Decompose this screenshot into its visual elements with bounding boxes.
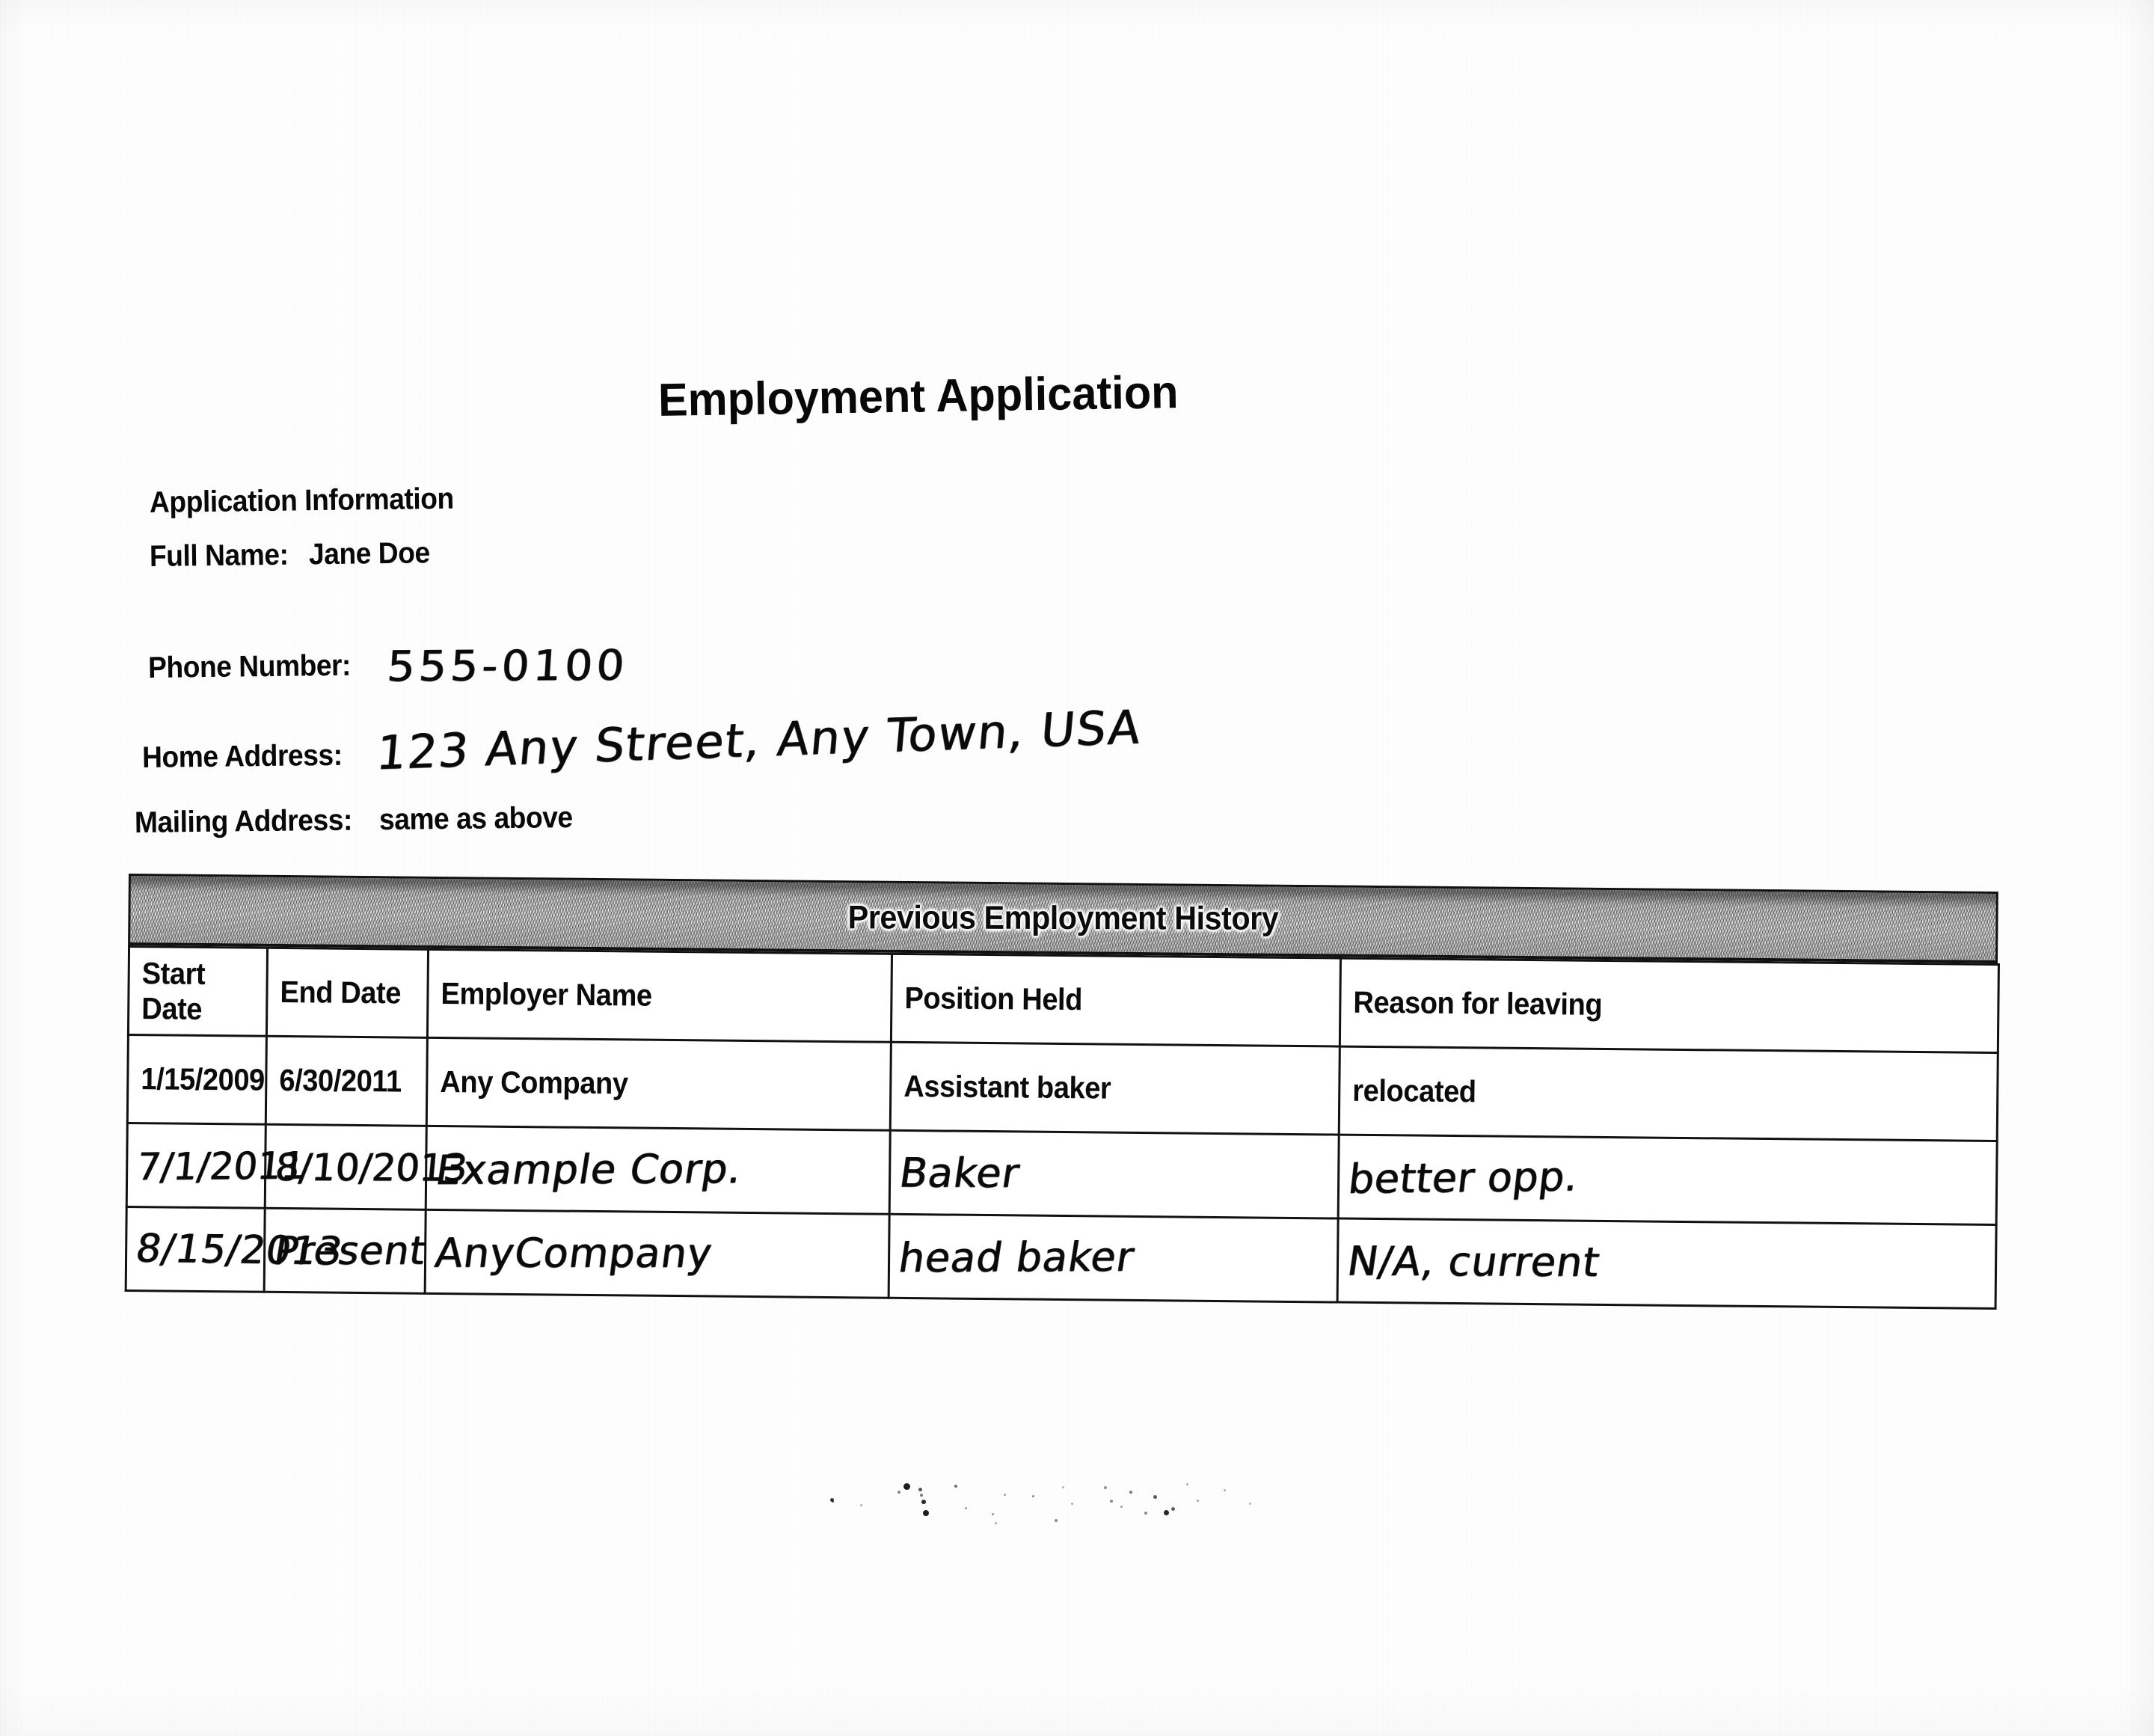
field-home-address: Home Address: 123 Any Street, Any Town, … bbox=[141, 699, 1144, 780]
cell-position-held: Assistant baker bbox=[890, 1042, 1340, 1135]
column-header-employer-name-label: Employer Name bbox=[441, 976, 652, 1013]
field-mailing-address: Mailing Address: same as above bbox=[135, 801, 587, 840]
cell-start-date: 7/1/2011 bbox=[126, 1123, 307, 1209]
phone-number-handwritten-value: 555-0100 bbox=[385, 641, 630, 692]
cell-start-date-text: 1/15/2009 bbox=[141, 1061, 266, 1097]
scanned-page: Employment Application Application Infor… bbox=[0, 0, 2154, 1736]
cell-employer-name-handwritten: Example Corp. bbox=[432, 1145, 746, 1194]
cell-position-held: head baker bbox=[889, 1214, 1339, 1303]
cell-end-date-text: 6/30/2011 bbox=[279, 1062, 402, 1099]
table-banner-title: Previous Employment History bbox=[847, 898, 1279, 937]
cell-end-date: 6/30/2011 bbox=[266, 1036, 428, 1126]
full-name-value: Jane Doe bbox=[309, 536, 431, 571]
cell-position-held-handwritten: head baker bbox=[895, 1233, 1138, 1282]
column-header-start-date: Start Date bbox=[128, 946, 268, 1037]
cell-end-date: 8/10/2013 bbox=[265, 1124, 469, 1210]
cell-reason-for-leaving: relocated bbox=[1339, 1046, 1998, 1141]
cell-employer-name-handwritten: AnyCompany bbox=[432, 1229, 716, 1277]
cell-reason-for-leaving-text: relocated bbox=[1352, 1073, 1476, 1109]
mailing-address-label: Mailing Address: bbox=[134, 803, 353, 839]
cell-end-date-handwritten: Present bbox=[271, 1228, 430, 1274]
field-full-name: Full Name: Jane Doe bbox=[150, 536, 440, 574]
mailing-address-value: same as above bbox=[378, 801, 573, 837]
cell-end-date: Present bbox=[264, 1208, 430, 1294]
column-header-position-held: Position Held bbox=[891, 954, 1341, 1047]
scan-speckle-artifact bbox=[808, 1477, 1301, 1530]
field-phone-number: Phone Number: 555-0100 bbox=[147, 634, 630, 691]
cell-reason-for-leaving: better opp. bbox=[1338, 1135, 1998, 1225]
table-row: 8/15/2013 Present AnyCompany head baker … bbox=[126, 1206, 1997, 1309]
cell-position-held-handwritten: Baker bbox=[896, 1149, 1023, 1197]
home-address-handwritten-value: 123 Any Street, Any Town, USA bbox=[374, 699, 1144, 781]
column-header-reason-for-leaving: Reason for leaving bbox=[1340, 958, 1999, 1053]
column-header-end-date: End Date bbox=[266, 948, 429, 1038]
phone-number-label: Phone Number: bbox=[147, 648, 352, 684]
cell-reason-for-leaving-handwritten: N/A, current bbox=[1344, 1237, 1604, 1286]
cell-reason-for-leaving-handwritten: better opp. bbox=[1346, 1153, 1581, 1203]
previous-employment-history-table: Previous Employment History Start Date E… bbox=[124, 874, 2000, 1310]
cell-employer-name-text: Any Company bbox=[440, 1064, 628, 1101]
column-header-start-date-label: Start Date bbox=[141, 955, 206, 1026]
cell-start-date: 8/15/2013 bbox=[126, 1206, 346, 1292]
column-header-reason-for-leaving-label: Reason for leaving bbox=[1353, 984, 1603, 1022]
cell-start-date: 1/15/2009 bbox=[127, 1034, 267, 1125]
cell-employer-name: Any Company bbox=[426, 1037, 892, 1131]
column-header-end-date-label: End Date bbox=[280, 974, 402, 1010]
cell-employer-name: AnyCompany bbox=[425, 1209, 890, 1298]
full-name-label: Full Name: bbox=[149, 538, 289, 573]
column-header-employer-name: Employer Name bbox=[427, 949, 892, 1043]
column-header-position-held-label: Position Held bbox=[904, 980, 1083, 1017]
employment-history-grid: Start Date End Date Employer Name Positi… bbox=[124, 945, 2000, 1310]
cell-position-held: Baker bbox=[889, 1130, 1340, 1219]
home-address-label: Home Address: bbox=[141, 738, 343, 774]
page-title: Employment Application bbox=[657, 366, 1179, 426]
section-heading-application-information: Application Information bbox=[149, 482, 455, 519]
paper-grain-texture bbox=[0, 0, 2154, 1736]
cell-position-held-text: Assistant baker bbox=[903, 1068, 1111, 1105]
cell-employer-name: Example Corp. bbox=[426, 1126, 891, 1215]
cell-reason-for-leaving: N/A, current bbox=[1337, 1218, 1997, 1309]
